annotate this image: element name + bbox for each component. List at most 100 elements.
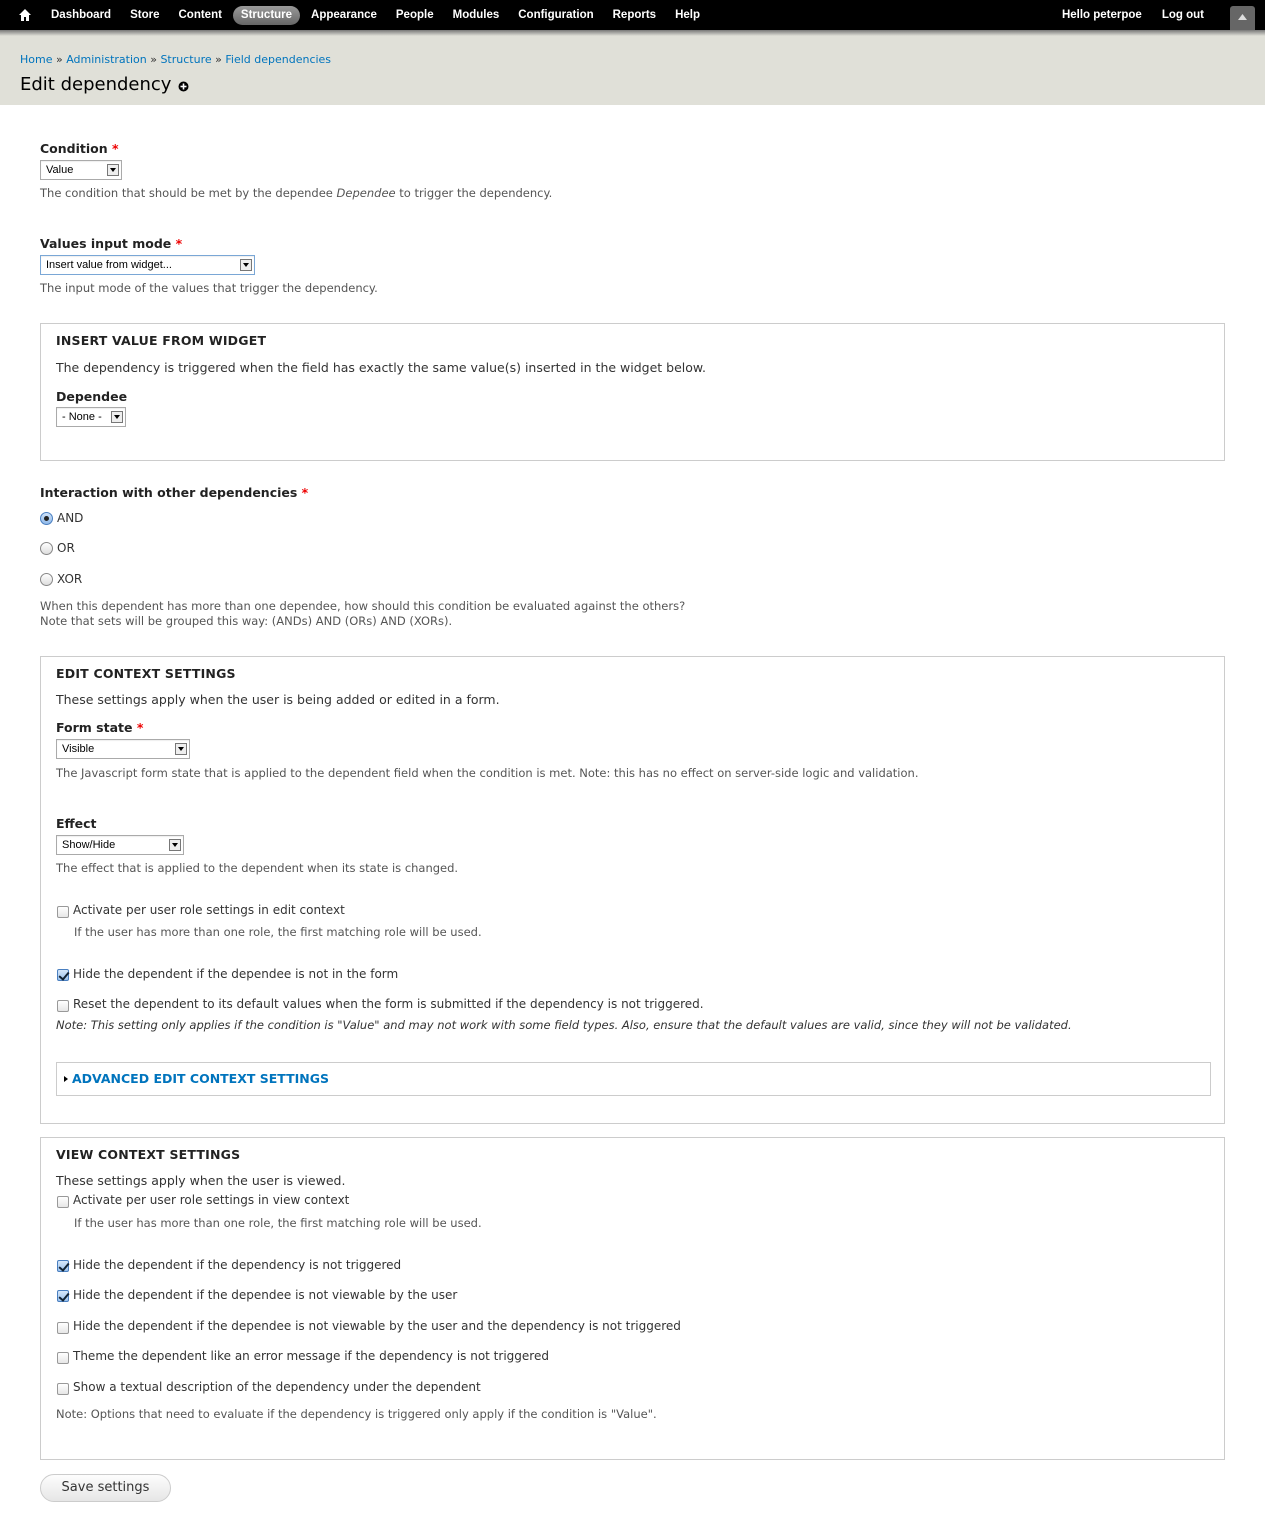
advanced-edit-context-toggle[interactable]: ADVANCED EDIT CONTEXT SETTINGS	[72, 1071, 329, 1086]
interaction-label-text: Interaction with other dependencies	[40, 485, 298, 500]
condition-label: Condition *	[40, 141, 119, 156]
view-option-label[interactable]: Show a textual description of the depend…	[73, 1380, 481, 1394]
effect-label: Effect	[56, 816, 97, 831]
required-mark: *	[112, 141, 119, 156]
greeting-prefix: Hello	[1061, 9, 1094, 21]
toolbar-item-content[interactable]: Content	[170, 6, 229, 25]
dependee-label: Dependee	[56, 389, 128, 404]
radio-or[interactable]	[40, 542, 53, 555]
reset-default-checkbox[interactable]	[57, 1000, 69, 1012]
dependee-select[interactable]: - None -	[56, 407, 126, 427]
values-input-mode-select[interactable]: Insert value from widget...	[40, 255, 255, 275]
condition-select-value: Value	[46, 164, 74, 176]
breadcrumb: Home » Administration » Structure » Fiel…	[20, 53, 331, 66]
radio-or-label[interactable]: OR	[57, 541, 75, 555]
chevron-down-icon	[175, 743, 187, 755]
breadcrumb-structure[interactable]: Structure	[160, 53, 211, 66]
condition-desc-before: The condition that should be met by the …	[40, 186, 337, 200]
breadcrumb-field-dependencies[interactable]: Field dependencies	[225, 53, 331, 66]
hide-not-in-form-label[interactable]: Hide the dependent if the dependee is no…	[73, 967, 398, 981]
page-header	[0, 30, 1265, 105]
breadcrumb-separator: »	[211, 53, 226, 66]
view-option-label[interactable]: Hide the dependent if the dependee is no…	[73, 1288, 457, 1302]
reset-default-label[interactable]: Reset the dependent to its default value…	[73, 997, 704, 1011]
interaction-description-line1: When this dependent has more than one de…	[40, 599, 686, 613]
view-option-checkbox[interactable]	[57, 1260, 69, 1272]
chevron-down-icon	[240, 259, 252, 271]
toolbar-item-reports[interactable]: Reports	[605, 6, 664, 25]
toolbar-item-store[interactable]: Store	[122, 6, 167, 25]
toolbar-item-structure[interactable]: Structure	[232, 5, 301, 25]
values-input-mode-label-text: Values input mode	[40, 236, 172, 251]
condition-description: The condition that should be met by the …	[40, 186, 552, 200]
values-input-mode-description: The input mode of the values that trigge…	[40, 281, 378, 295]
view-option-checkbox[interactable]	[57, 1290, 69, 1302]
add-shortcut-icon[interactable]	[178, 81, 189, 92]
effect-select-value: Show/Hide	[62, 839, 116, 851]
chevron-right-icon	[64, 1076, 68, 1082]
condition-desc-after: to trigger the dependency.	[395, 186, 553, 200]
chevron-down-icon	[169, 839, 181, 851]
radio-and-label[interactable]: AND	[57, 511, 83, 525]
dependee-select-value: - None -	[62, 411, 102, 423]
chevron-down-icon	[107, 164, 119, 176]
view-per-role-description: If the user has more than one role, the …	[74, 1216, 482, 1230]
toolbar-drawer-toggle[interactable]	[1230, 6, 1255, 30]
logout-link[interactable]: Log out	[1162, 9, 1204, 21]
form-state-label: Form state *	[56, 720, 143, 735]
view-per-role-label[interactable]: Activate per user role settings in view …	[73, 1193, 349, 1207]
view-option-label[interactable]: Hide the dependent if the dependency is …	[73, 1258, 401, 1272]
edit-context-legend: EDIT CONTEXT SETTINGS	[56, 666, 236, 681]
form-state-label-text: Form state	[56, 720, 133, 735]
toolbar-item-people[interactable]: People	[388, 6, 442, 25]
page-title: Edit dependency	[20, 74, 172, 95]
hide-not-in-form-checkbox[interactable]	[57, 969, 69, 981]
form-state-select[interactable]: Visible	[56, 739, 190, 759]
radio-xor-label[interactable]: XOR	[57, 572, 82, 586]
chevron-up-icon	[1238, 14, 1247, 20]
username[interactable]: peterpoe	[1093, 9, 1142, 21]
breadcrumb-administration[interactable]: Administration	[66, 53, 147, 66]
edit-context-fieldset	[40, 656, 1225, 1124]
reset-default-note: Note: This setting only applies if the c…	[56, 1018, 1072, 1032]
effect-description: The effect that is applied to the depend…	[56, 861, 459, 875]
effect-select[interactable]: Show/Hide	[56, 835, 184, 855]
insert-value-legend: INSERT VALUE FROM WIDGET	[56, 333, 267, 348]
condition-select[interactable]: Value	[40, 160, 122, 180]
breadcrumb-home[interactable]: Home	[20, 53, 52, 66]
toolbar-item-appearance[interactable]: Appearance	[303, 6, 385, 25]
edit-per-role-label[interactable]: Activate per user role settings in edit …	[73, 903, 345, 917]
edit-per-role-checkbox[interactable]	[57, 906, 69, 918]
toolbar-item-help[interactable]: Help	[667, 6, 708, 25]
required-mark: *	[175, 236, 183, 251]
required-mark: *	[136, 720, 144, 735]
toolbar-item-dashboard[interactable]: Dashboard	[43, 6, 119, 25]
view-option-label[interactable]: Hide the dependent if the dependee is no…	[73, 1319, 681, 1333]
home-icon[interactable]	[18, 8, 32, 22]
toolbar-shadow	[0, 30, 1265, 36]
toolbar-item-modules[interactable]: Modules	[445, 6, 508, 25]
user-greeting: Hello peterpoe	[1062, 9, 1142, 21]
view-option-checkbox[interactable]	[57, 1383, 69, 1395]
view-option-checkbox[interactable]	[57, 1322, 69, 1334]
interaction-label: Interaction with other dependencies *	[40, 485, 308, 500]
toolbar-user: Hello peterpoe Log out	[1062, 0, 1204, 30]
view-context-note: Note: Options that need to evaluate if t…	[56, 1407, 657, 1421]
form-state-select-value: Visible	[62, 743, 95, 755]
radio-and[interactable]	[40, 512, 53, 525]
form-state-description: The Javascript form state that is applie…	[56, 766, 919, 780]
edit-context-intro: These settings apply when the user is be…	[56, 692, 500, 707]
condition-label-text: Condition	[40, 141, 108, 156]
interaction-description-line2: Note that sets will be grouped this way:…	[40, 614, 453, 628]
toolbar-item-configuration[interactable]: Configuration	[510, 6, 601, 25]
save-settings-button[interactable]: Save settings	[40, 1474, 171, 1502]
view-context-legend: VIEW CONTEXT SETTINGS	[56, 1147, 241, 1162]
edit-per-role-description: If the user has more than one role, the …	[74, 925, 482, 939]
view-option-label[interactable]: Theme the dependent like an error messag…	[73, 1349, 549, 1363]
condition-desc-emphasis: Dependee	[336, 186, 396, 200]
radio-xor[interactable]	[40, 573, 53, 586]
view-option-checkbox[interactable]	[57, 1352, 69, 1364]
values-input-mode-label: Values input mode *	[40, 236, 182, 251]
insert-value-description: The dependency is triggered when the fie…	[56, 360, 706, 375]
view-per-role-checkbox[interactable]	[57, 1196, 69, 1208]
